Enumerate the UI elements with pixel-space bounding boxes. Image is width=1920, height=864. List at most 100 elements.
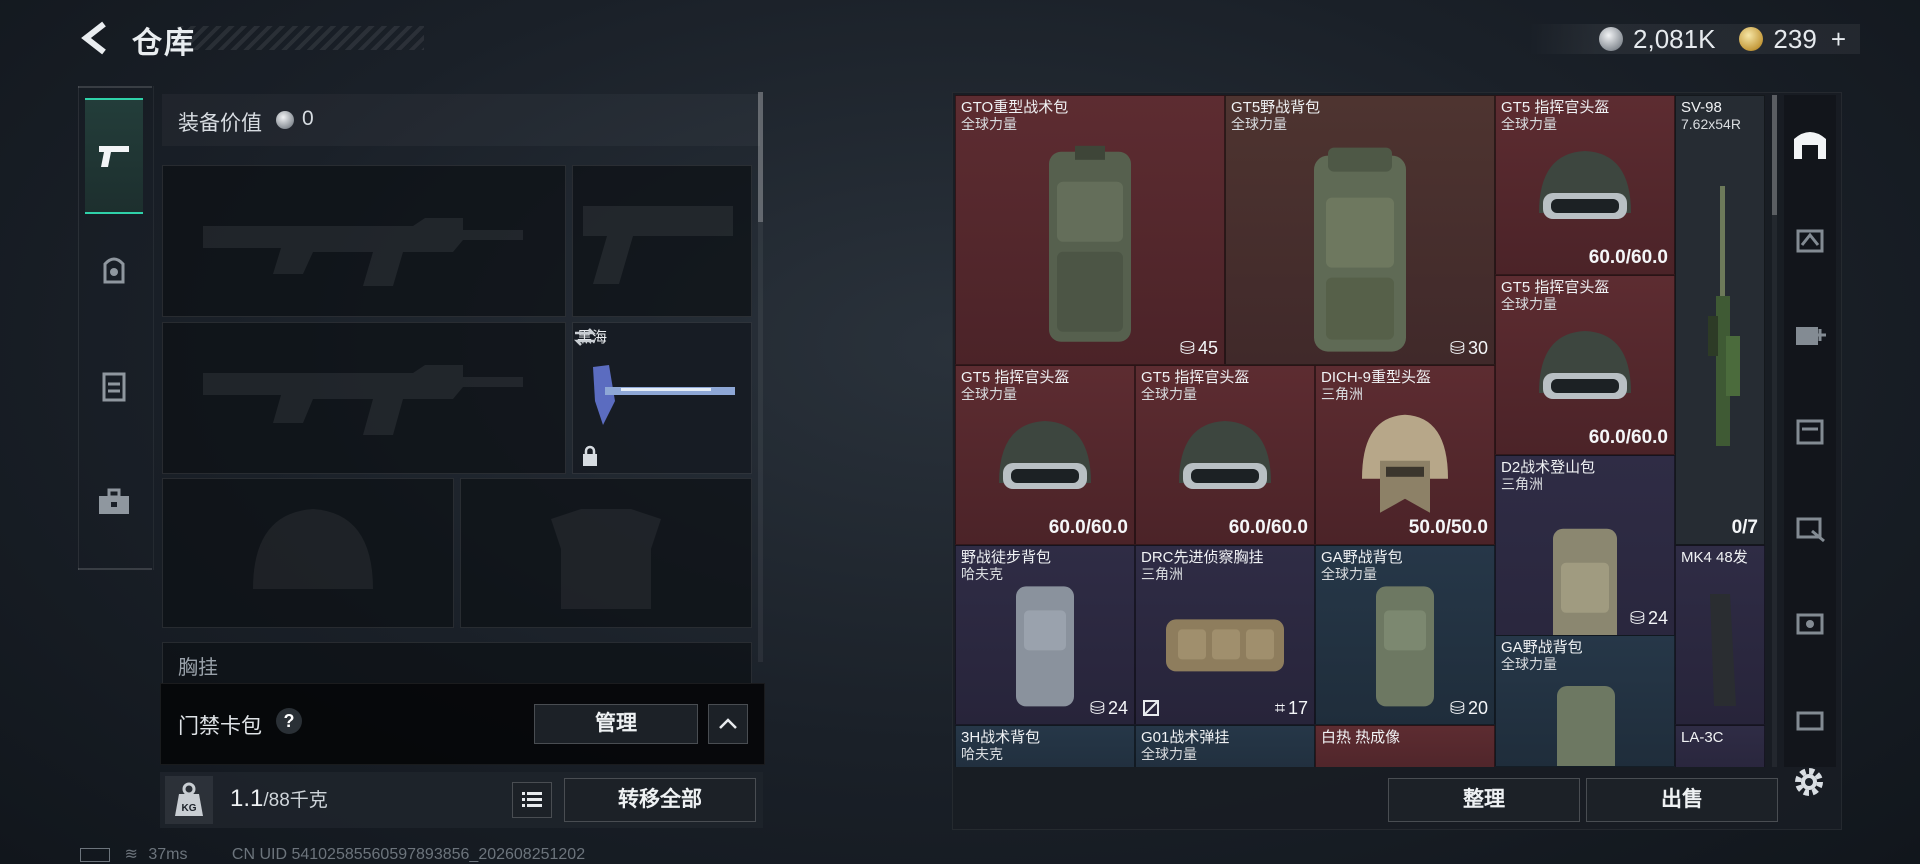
side-nav [78, 86, 154, 570]
stash-item[interactable]: GT5 指挥官头盔 全球力量 60.0/60.0 [1495, 275, 1675, 455]
weight-kg-icon: KG [165, 776, 213, 824]
stash-grid: GTO重型战术包 全球力量 ⛁ 45 GT5野战背包 全球力量 ⛁ 30 GT5 指… [955, 95, 1765, 767]
swap-icon[interactable] [573, 327, 597, 347]
add-currency-icon[interactable]: + [1831, 24, 1846, 55]
helmet-slot[interactable] [162, 478, 454, 628]
nav-equipment[interactable] [85, 214, 143, 326]
pistol-icon [99, 146, 129, 167]
silver-coin-icon [1599, 27, 1624, 51]
helmet-silhouette-icon [253, 509, 373, 589]
stash-item[interactable]: GT5 指挥官头盔 全球力量 60.0/60.0 [1135, 365, 1315, 545]
melee-slot[interactable]: 黑海 [572, 322, 752, 474]
primary-weapon-slot[interactable] [162, 165, 566, 317]
currency-bar: 2,081K 239 + [1529, 24, 1860, 54]
stash-tab-6[interactable] [1784, 575, 1836, 671]
settings-gear-icon[interactable] [1789, 762, 1829, 802]
chest-rig-art [1166, 619, 1284, 672]
chest-rig-slot[interactable] [162, 642, 752, 684]
item-name: DICH-9重型头盔 [1321, 369, 1432, 386]
item-durability: 60.0/60.0 [1228, 517, 1308, 538]
pistol-slot[interactable] [572, 165, 752, 317]
stash-item[interactable]: 白热 热成像 [1315, 725, 1495, 767]
case-icon [1796, 711, 1824, 731]
stash-tab-rail [1784, 95, 1836, 767]
item-name: SV-98 [1681, 99, 1722, 116]
stash-item[interactable]: 3H战术背包 哈夫克 [955, 725, 1135, 767]
item-faction: 三角洲 [1141, 566, 1183, 582]
backpack-art [1314, 147, 1406, 352]
stash-item[interactable]: SV-98 7.62x54R 0/7 [1675, 95, 1765, 545]
stash-tab-3[interactable] [1784, 287, 1836, 383]
item-faction: 全球力量 [1501, 656, 1557, 672]
gold-currency-value: 239 [1773, 23, 1817, 54]
weight-icon: ⛁ [1449, 338, 1465, 358]
lock-icon [583, 445, 597, 466]
silver-coin-icon [276, 111, 294, 129]
battery-icon [80, 847, 110, 862]
armor-silhouette-icon [551, 509, 661, 609]
stash-item[interactable]: G01战术弹挂 全球力量 [1135, 725, 1315, 767]
stash-tab-5[interactable] [1784, 479, 1836, 575]
stash-item[interactable]: DRC先进侦察胸挂 三角洲 ⌗ 17 [1135, 545, 1315, 725]
stash-item[interactable]: GT5 指挥官头盔 全球力量 60.0/60.0 [955, 365, 1135, 545]
stash-item[interactable]: GT5野战背包 全球力量 ⛁ 30 [1225, 95, 1495, 365]
item-name: 3H战术背包 [961, 729, 1041, 746]
stash-item[interactable]: GT5 指挥官头盔 全球力量 60.0/60.0 [1495, 95, 1675, 275]
chevron-up-icon [719, 718, 737, 729]
helmet-art [1539, 331, 1631, 399]
back-arrow-icon[interactable] [78, 20, 114, 56]
item-count: ⛁ 45 [1179, 338, 1218, 358]
item-name: LA-3C [1681, 729, 1724, 746]
equipment-scroll-thumb[interactable] [758, 92, 763, 222]
stash-tab-2[interactable] [1784, 191, 1836, 287]
transfer-all-button[interactable]: 转移全部 [564, 778, 756, 822]
item-name: GA野战背包 [1321, 549, 1403, 566]
weight-icon: ⛁ [1089, 698, 1105, 718]
item-faction: 全球力量 [961, 386, 1017, 402]
weight-value: 1.1/88千克 [230, 785, 328, 813]
manage-button[interactable]: 管理 [534, 704, 698, 744]
list-view-button[interactable] [512, 782, 552, 818]
item-faction: 三角洲 [1501, 476, 1543, 492]
stash-scroll-thumb[interactable] [1772, 95, 1777, 215]
item-name: D2战术登山包 [1501, 459, 1596, 476]
stash-item[interactable]: GA野战背包 全球力量 [1495, 635, 1675, 767]
item-faction: 全球力量 [1141, 386, 1197, 402]
gold-coin-icon [1739, 27, 1764, 51]
stash-item[interactable]: 野战徒步背包 哈夫克 ⛁ 24 [955, 545, 1135, 725]
svg-text:KG: KG [182, 803, 197, 814]
equipment-value-label: 装备价值 [178, 112, 262, 135]
pistol-silhouette-icon [583, 206, 733, 284]
nav-weapons[interactable] [85, 98, 143, 214]
item-name: G01战术弹挂 [1141, 729, 1230, 746]
stash-item[interactable]: GA野战背包 全球力量 ⛁ 20 [1315, 545, 1495, 725]
collapse-button[interactable] [708, 704, 748, 744]
stash-item[interactable]: MK4 48发 [1675, 545, 1765, 725]
rifle-silhouette-icon [203, 218, 523, 286]
sell-button[interactable]: 出售 [1586, 778, 1778, 822]
secondary-weapon-slot[interactable] [162, 322, 566, 474]
stash-item[interactable]: LA-3C [1675, 725, 1765, 767]
item-name: MK4 48发 [1681, 549, 1748, 566]
vest-icon [102, 372, 126, 402]
item-count: ⌗ 17 [1274, 698, 1308, 718]
helmet-art [999, 421, 1091, 489]
armor-slot[interactable] [460, 478, 752, 628]
sort-button[interactable]: 整理 [1388, 778, 1580, 822]
nav-case[interactable] [85, 446, 143, 558]
item-name: 野战徒步背包 [961, 549, 1052, 566]
magazine-art [1710, 594, 1736, 706]
help-button[interactable]: ? [276, 708, 302, 734]
stash-tab-7[interactable] [1784, 671, 1836, 767]
stash-item[interactable]: DICH-9重型头盔 三角洲 50.0/50.0 [1315, 365, 1495, 545]
nav-vest[interactable] [85, 330, 143, 442]
item-durability: 50.0/50.0 [1408, 517, 1488, 538]
stash-tab-main[interactable] [1784, 95, 1836, 191]
tomahawk-art [593, 365, 735, 425]
stash-tab-4[interactable] [1784, 383, 1836, 479]
stash-item[interactable]: GTO重型战术包 全球力量 ⛁ 45 [955, 95, 1225, 365]
sniper-rifle-art [1708, 186, 1740, 446]
item-name: DRC先进侦察胸挂 [1141, 549, 1264, 566]
item-name: GT5 指挥官头盔 [1501, 279, 1610, 296]
item-faction: 全球力量 [961, 116, 1017, 132]
